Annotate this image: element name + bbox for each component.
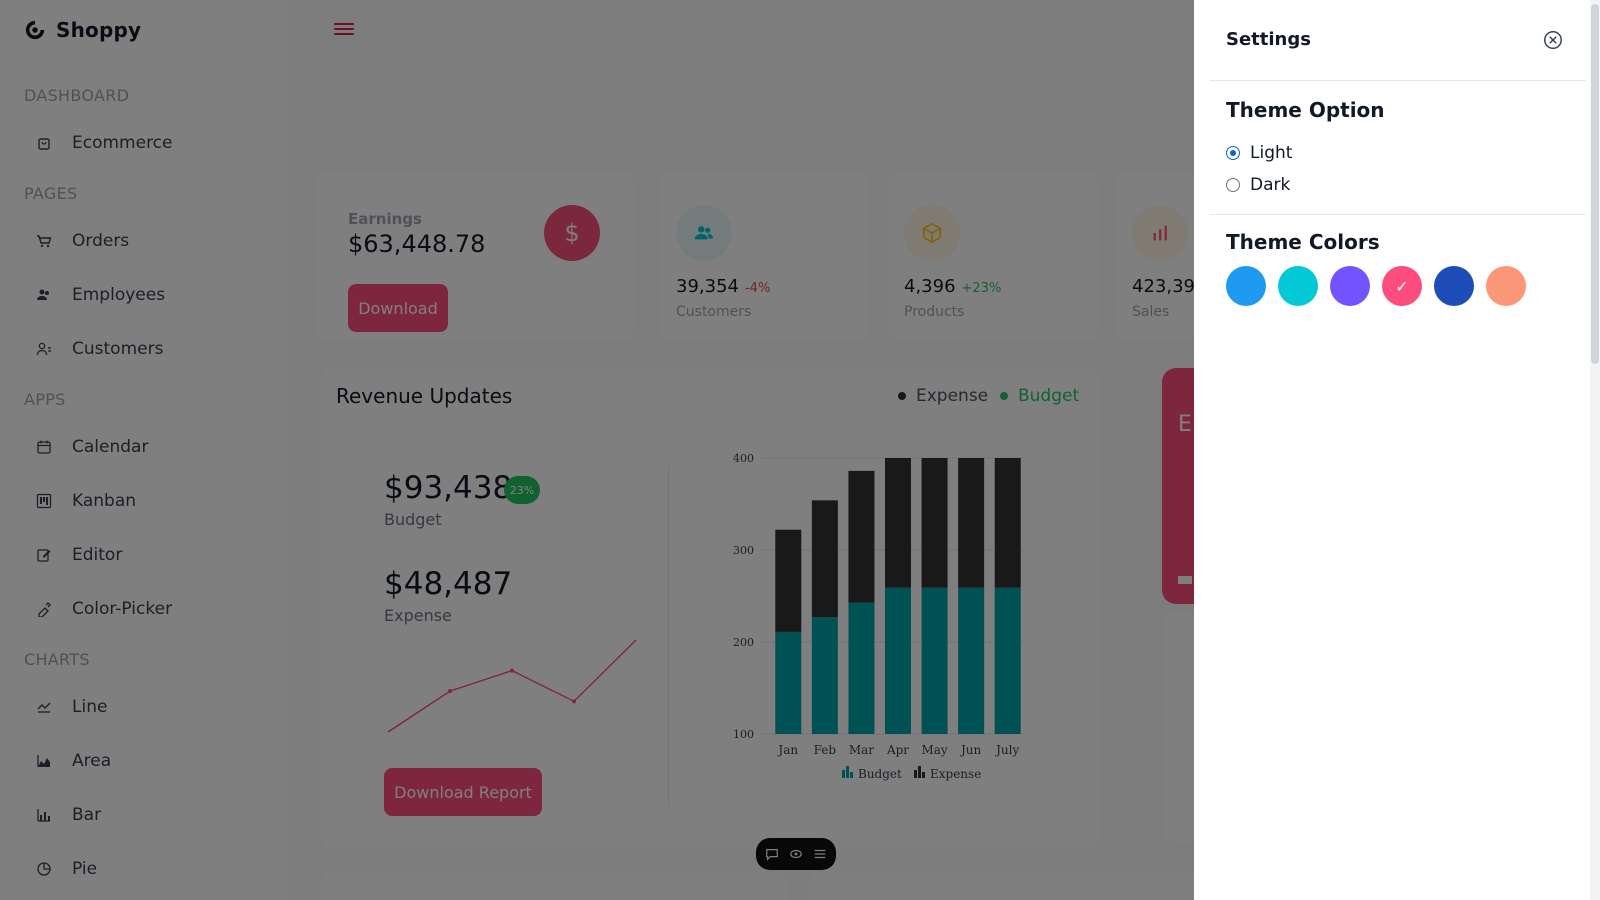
theme-radio-light[interactable]: Light: [1226, 143, 1292, 163]
divider: [1210, 214, 1586, 215]
scroll-thumb[interactable]: [1591, 4, 1599, 364]
theme-color-swatch[interactable]: [1434, 266, 1474, 306]
theme-option-title: Theme Option: [1226, 98, 1385, 122]
settings-panel: Settings Theme Option Light Dark Theme C…: [1194, 0, 1600, 900]
settings-title: Settings: [1226, 29, 1311, 50]
theme-color-swatch[interactable]: [1226, 266, 1266, 306]
radio-dark[interactable]: [1226, 178, 1240, 192]
radio-label: Dark: [1250, 175, 1291, 195]
divider: [1210, 80, 1586, 81]
theme-colors-title: Theme Colors: [1226, 230, 1380, 254]
close-icon[interactable]: [1542, 29, 1564, 51]
modal-backdrop[interactable]: [0, 0, 1194, 900]
scrollbar[interactable]: [1590, 0, 1600, 900]
theme-color-swatches: ✓: [1226, 266, 1526, 306]
theme-radio-dark[interactable]: Dark: [1226, 175, 1290, 195]
theme-color-swatch[interactable]: ✓: [1382, 266, 1422, 306]
theme-color-swatch[interactable]: [1278, 266, 1318, 306]
radio-light[interactable]: [1226, 146, 1240, 160]
theme-color-swatch[interactable]: [1330, 266, 1370, 306]
theme-color-swatch[interactable]: [1486, 266, 1526, 306]
radio-label: Light: [1250, 143, 1293, 163]
check-icon: ✓: [1395, 276, 1409, 296]
